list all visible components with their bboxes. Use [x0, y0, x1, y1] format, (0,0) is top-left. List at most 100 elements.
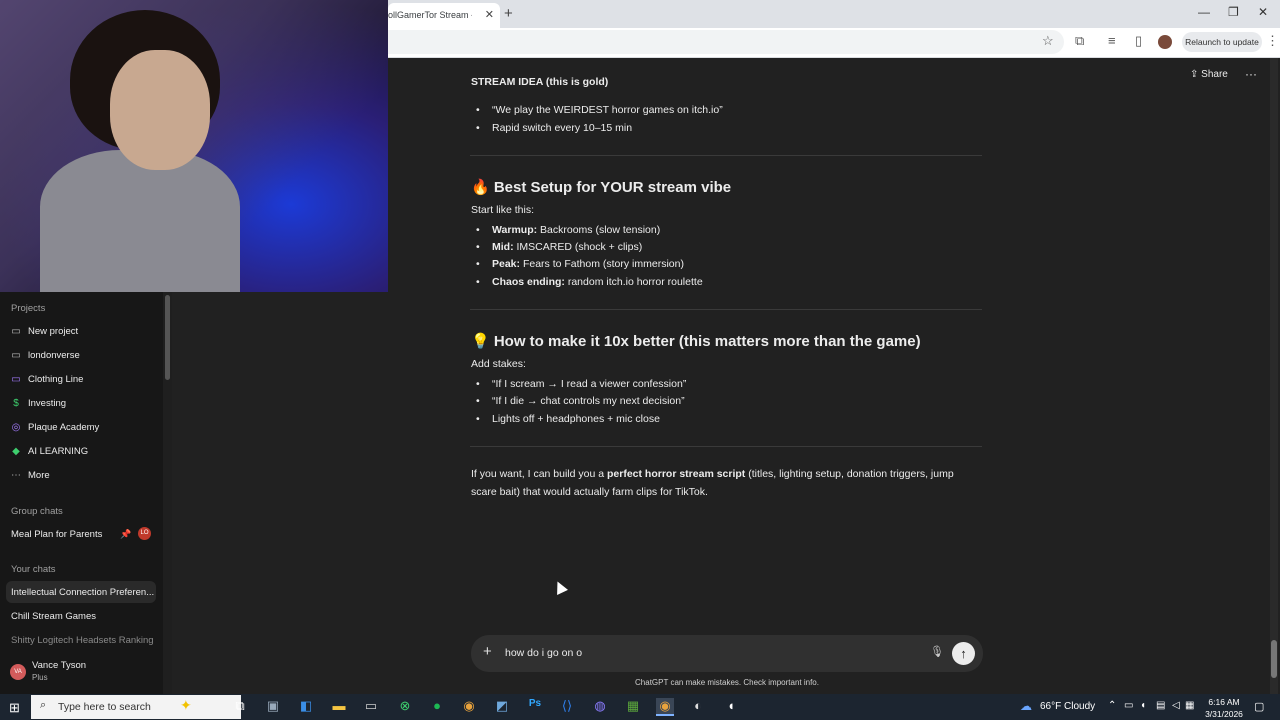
microphone-tray-icon[interactable]: ◖ — [1140, 700, 1146, 711]
chrome-active-icon[interactable]: ◉ — [656, 698, 674, 716]
task-view-icon[interactable]: ⧉ — [231, 698, 249, 714]
projects-heading: Projects — [11, 303, 46, 314]
address-bar[interactable] — [388, 30, 1064, 54]
folder-icon: ▭ — [11, 349, 21, 361]
app-icon[interactable]: ◖ — [722, 698, 740, 713]
minimize-icon[interactable]: — — [1198, 5, 1210, 19]
chat-item[interactable]: Intellectual Connection Preferen... — [6, 581, 156, 603]
pin-icon: 📌 — [120, 529, 132, 539]
extensions-icon[interactable]: ⧉ — [1075, 33, 1084, 49]
bookmark-star-icon[interactable]: ☆ — [1042, 33, 1054, 49]
discord-icon[interactable]: ◍ — [591, 698, 609, 714]
sidebar-scrollbar-thumb[interactable] — [165, 295, 170, 380]
main-scrollbar-thumb[interactable] — [1271, 640, 1277, 678]
more-options-icon[interactable]: ··· — [1245, 67, 1257, 81]
add-attachment-icon[interactable]: + — [483, 643, 492, 660]
xbox-icon[interactable]: ⊗ — [396, 698, 414, 714]
weather-cloud-icon[interactable]: ☁ — [1020, 699, 1032, 713]
list-item: Rapid switch every 10–15 min — [476, 122, 632, 134]
chat-item[interactable]: Chill Stream Games — [11, 605, 161, 627]
minecraft-icon[interactable]: ▦ — [624, 698, 642, 714]
main-scrollbar[interactable] — [1270, 58, 1278, 694]
sidebar-item-more[interactable]: ⋯ More — [11, 464, 161, 486]
list-item: “If I die → chat controls my next decisi… — [476, 395, 685, 407]
better-heading: 💡 How to make it 10x better (this matter… — [471, 333, 921, 350]
close-window-icon[interactable]: ✕ — [1258, 5, 1268, 19]
restore-icon[interactable]: ❐ — [1228, 5, 1239, 19]
share-button[interactable]: ⇪ Share — [1190, 69, 1228, 80]
bullet-text: IMSCARED (shock + clips) — [513, 241, 643, 253]
new-tab-icon[interactable]: + — [504, 5, 513, 22]
sidebar-item-label: Shitty Logitech Headsets Ranking — [11, 634, 154, 646]
side-panel-icon[interactable]: ▯ — [1135, 33, 1142, 49]
closing-bold: perfect horror stream script — [607, 468, 746, 480]
divider — [470, 155, 982, 156]
send-button[interactable]: ↑ — [952, 642, 975, 665]
list-item: Chaos ending: random itch.io horror roul… — [476, 276, 703, 288]
clock-time: 6:16 AM — [1208, 697, 1240, 707]
taskbar-clock[interactable]: 6:16 AM 3/31/2026 — [1196, 696, 1252, 720]
user-name[interactable]: Vance Tyson — [32, 660, 86, 671]
chevron-up-icon[interactable]: ⌃ — [1108, 700, 1116, 711]
browser-tab[interactable]: ollGamerTor Stream - W ✕ — [388, 3, 500, 28]
app-icon[interactable]: ▣ — [264, 698, 282, 714]
file-explorer-icon[interactable]: ▬ — [330, 698, 348, 713]
windows-start-icon[interactable]: ⊞ — [9, 700, 20, 716]
spotify-icon[interactable]: ● — [428, 698, 446, 713]
sidebar-item-label: Intellectual Connection Preferen... — [11, 586, 155, 598]
browser-menu-icon[interactable]: ⋮ — [1266, 33, 1279, 49]
network-icon[interactable]: ▤ — [1156, 700, 1165, 711]
share-label: Share — [1201, 69, 1228, 80]
sidebar-item-label: Clothing Line — [28, 373, 84, 385]
app-icon[interactable]: ◧ — [297, 698, 315, 714]
list-item: Warmup: Backrooms (slow tension) — [476, 224, 661, 236]
sidebar-item-label: New project — [28, 325, 79, 337]
group-chats-heading: Group chats — [11, 506, 63, 517]
closing-post: (titles, lighting setup, donation trigge… — [745, 468, 954, 480]
sidebar-item-label: Investing — [28, 397, 67, 409]
keyboard-icon[interactable]: ▦ — [1185, 700, 1194, 711]
globe-icon: ◎ — [11, 421, 21, 433]
dollar-icon: $ — [13, 397, 19, 409]
list-item: Mid: IMSCARED (shock + clips) — [476, 241, 643, 253]
better-intro: Add stakes: — [471, 358, 526, 370]
microphone-icon[interactable]: 🎙 — [930, 645, 944, 658]
setup-heading: 🔥 Best Setup for YOUR stream vibe — [471, 179, 732, 196]
copilot-sparkle-icon[interactable]: ✦ — [180, 697, 192, 714]
sidebar-item-ai-learning[interactable]: ◆ AI LEARNING — [11, 440, 161, 462]
obs-icon[interactable]: ◐ — [689, 698, 707, 713]
sidebar-item-new-project[interactable]: ▭ New project — [11, 320, 161, 342]
bullet-label: Peak: — [492, 258, 521, 270]
clock-date: 3/31/2026 — [1205, 709, 1243, 719]
folder-purple-icon: ▭ — [11, 373, 21, 385]
tab-title: ollGamerTor Stream - W — [388, 10, 472, 20]
bullet-text: random itch.io horror roulette — [564, 276, 703, 288]
user-plan: Plus — [32, 673, 48, 682]
bullet-label: Mid: — [492, 241, 514, 253]
list-item: “If I scream → I read a viewer confessio… — [476, 378, 686, 390]
bullet-text: Backrooms (slow tension) — [537, 224, 661, 236]
terminal-icon[interactable]: ▭ — [362, 698, 380, 714]
user-avatar[interactable]: VA — [10, 664, 26, 680]
search-placeholder: Type here to search — [58, 701, 151, 713]
message-input[interactable] — [505, 647, 905, 659]
weather-text[interactable]: 66°F Cloudy — [1040, 701, 1095, 712]
new-project-icon: ▭ — [11, 325, 21, 337]
your-chats-heading: Your chats — [11, 564, 56, 575]
relaunch-button[interactable]: Relaunch to update — [1182, 32, 1262, 52]
tray-icon[interactable]: ▭ — [1124, 700, 1133, 711]
media-control-icon[interactable]: ≡ — [1108, 33, 1116, 48]
sidebar-item-londonverse[interactable]: ▭ londonverse — [11, 344, 161, 366]
chat-item[interactable]: Shitty Logitech Headsets Ranking — [11, 629, 161, 651]
volume-icon[interactable]: ◁ — [1172, 700, 1180, 711]
sidebar-item-plaque-academy[interactable]: ◎ Plaque Academy — [11, 416, 161, 438]
chrome-icon[interactable]: ◉ — [460, 698, 478, 714]
close-tab-icon[interactable]: ✕ — [485, 8, 494, 21]
sidebar-item-clothing-line[interactable]: ▭ Clothing Line — [11, 368, 161, 390]
notification-icon[interactable]: ▢ — [1254, 700, 1264, 713]
photoshop-icon[interactable]: Ps — [526, 698, 544, 709]
app-icon[interactable]: ◩ — [493, 698, 511, 714]
sidebar-item-investing[interactable]: $ Investing — [11, 392, 161, 414]
profile-avatar[interactable] — [1158, 35, 1172, 49]
vscode-icon[interactable]: ⟨⟩ — [558, 698, 576, 714]
